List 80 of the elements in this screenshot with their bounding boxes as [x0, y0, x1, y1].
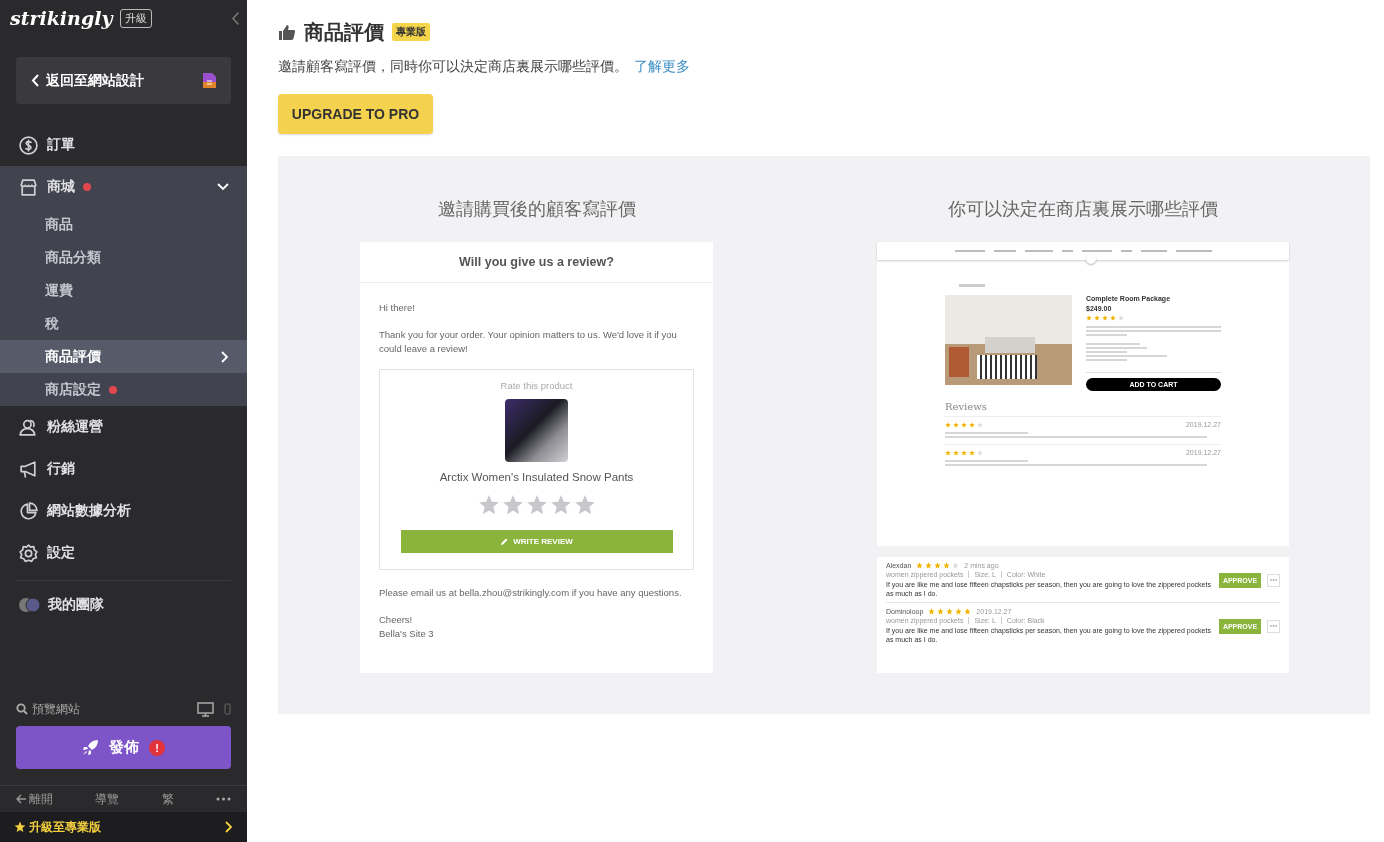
star-icon: [1110, 315, 1116, 321]
submenu-item[interactable]: 商店設定: [0, 373, 247, 406]
upgrade-badge[interactable]: 升級: [120, 8, 153, 28]
email-heading: Will you give us a review?: [459, 255, 614, 269]
photo-placeholder: [505, 399, 568, 462]
submenu-item[interactable]: 商品評價: [0, 340, 247, 373]
learn-more-link[interactable]: 了解更多: [634, 58, 690, 74]
collapse-icon[interactable]: [231, 11, 239, 25]
nav-item[interactable]: 我的團隊: [0, 587, 247, 623]
megaphone-icon: [18, 458, 39, 480]
site-logo: [1086, 254, 1096, 264]
star-icon: [14, 821, 26, 833]
star-icon: [1118, 315, 1124, 321]
publish-button[interactable]: 發佈 !: [16, 726, 231, 769]
team-avatar-icon: [18, 597, 42, 613]
chevron-icon: [30, 74, 40, 87]
star-icon: [1102, 315, 1108, 321]
contact-text: Please email us at bella.zhou@strikingly.com if you have any questions.: [379, 586, 683, 600]
nav-item[interactable]: 商城: [0, 166, 247, 208]
upgrade-button[interactable]: UPGRADE TO PRO: [278, 94, 433, 134]
rate-label: Rate this product: [500, 380, 573, 391]
nav-item[interactable]: 設定: [0, 532, 247, 574]
arrow-left-icon: [16, 794, 27, 804]
nav-item[interactable]: 行銷: [0, 448, 247, 490]
upgrade-bar[interactable]: 升級至專業版: [0, 812, 247, 842]
star-icon: [945, 421, 951, 428]
preview-link[interactable]: 預覽網站: [32, 700, 80, 718]
star-icon: [953, 449, 959, 456]
body-text: Thank you for your order. Your opinion matters to us. We'd love it if you could leave a review!: [379, 328, 678, 356]
store-icon: [18, 176, 39, 198]
search-icon: [16, 703, 28, 715]
column-title: 邀請購買後的顧客寫評價: [437, 198, 636, 221]
description-text: 邀請顧客寫評價，同時你可以決定商店裏展示哪些評價。: [278, 58, 628, 74]
settings-icon: [18, 542, 39, 564]
sign-off-text: Cheers! Bella's Site 3: [379, 613, 435, 641]
desktop-icon[interactable]: [197, 701, 214, 717]
star-icon: [969, 449, 975, 456]
submenu-item[interactable]: 商品分類: [0, 241, 247, 274]
reviews-heading: Reviews: [945, 401, 988, 412]
dollar-icon: [18, 134, 39, 156]
chevron-icon: [225, 821, 233, 833]
star-icon: [977, 421, 983, 428]
star-icon: [1094, 315, 1100, 321]
star-icon: [549, 494, 572, 516]
nav-item[interactable]: 粉絲運營: [0, 406, 247, 448]
star-icon: [573, 494, 596, 516]
page-title: 商品評價: [304, 19, 384, 45]
nav-item[interactable]: 訂單: [0, 124, 247, 166]
star-icon: [945, 449, 951, 456]
product-name: Arctix Women's Insulated Snow Pants: [439, 471, 634, 483]
pie-chart-icon: [18, 500, 39, 522]
star-icon: [977, 449, 983, 456]
footer-link[interactable]: 導覽: [95, 790, 120, 808]
pencil-icon: [500, 537, 509, 546]
star-icon: [477, 494, 500, 516]
rocket-icon: [82, 739, 99, 756]
star-icon: [501, 494, 524, 516]
submenu-item[interactable]: 商品: [0, 208, 247, 241]
greeting-text: Hi there!: [379, 301, 416, 315]
submenu-item[interactable]: 稅: [0, 307, 247, 340]
chevron-icon: [221, 350, 229, 363]
star-icon: [953, 421, 959, 428]
more-icon[interactable]: [216, 797, 231, 801]
thumbs-up-icon: [278, 23, 296, 41]
brand-logo[interactable]: strikingly: [10, 7, 113, 29]
pro-badge: 專業版: [392, 23, 430, 41]
exit-link[interactable]: 離開: [16, 790, 53, 808]
star-icon: [961, 449, 967, 456]
mobile-icon[interactable]: [224, 703, 231, 715]
star-icon: [961, 421, 967, 428]
footer-link[interactable]: 繁: [161, 790, 174, 808]
alert-badge: !: [149, 739, 165, 756]
star-icon: [525, 494, 548, 516]
star-icon: [1086, 315, 1092, 321]
star-icon: [969, 421, 975, 428]
nav-item[interactable]: 網站數據分析: [0, 490, 247, 532]
submenu-item[interactable]: 運費: [0, 274, 247, 307]
back-button[interactable]: 返回至網站設計: [16, 57, 231, 104]
document-icon: [202, 72, 217, 89]
column-title: 你可以決定在商店裏展示哪些評價: [948, 198, 1218, 221]
